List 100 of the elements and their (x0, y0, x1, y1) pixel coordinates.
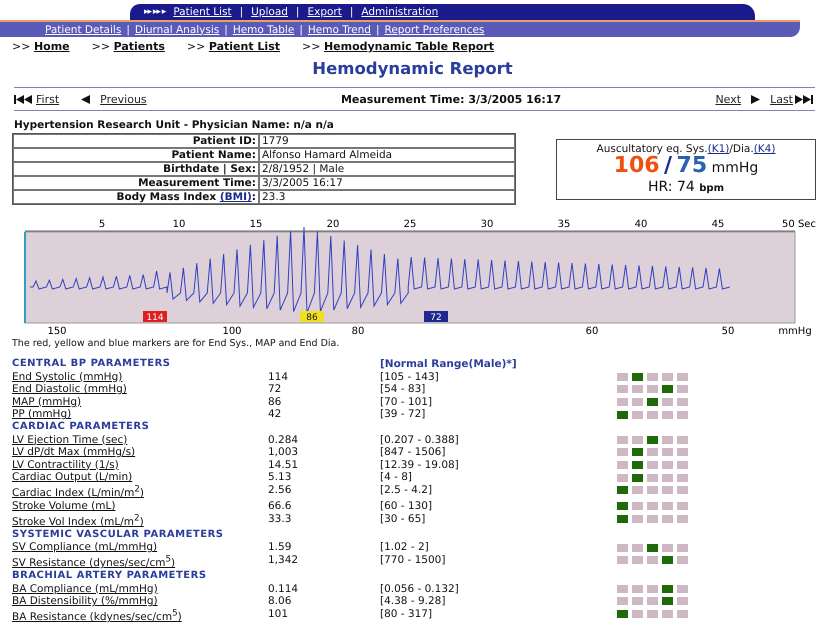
parameter-link[interactable]: LV Ejection Time (sec) (12, 434, 128, 446)
section-heading: CENTRAL BP PARAMETERS (12, 358, 172, 371)
breadcrumb-link[interactable]: Patient List (208, 40, 280, 53)
breadcrumb-prefix: >> (12, 40, 32, 53)
blood-pressure-reading: 106 / 75 mmHg (614, 155, 758, 179)
pressure-tick-label: 150 (47, 326, 67, 337)
normal-range: [1.02 - 2] (380, 541, 430, 554)
last-link[interactable]: Last (770, 92, 815, 106)
time-tick-label: 35 (558, 219, 570, 230)
parameter-link[interactable]: MAP (mmHg) (12, 396, 82, 408)
previous-link[interactable]: Previous (81, 92, 147, 106)
parameter-link[interactable]: Stroke Volume (mL) (12, 500, 116, 512)
unit-line: Hypertension Research Unit - Physician Name: n/a n/a (14, 119, 335, 131)
parameter-value: 66.6 (268, 500, 292, 513)
pressure-tick-label: mmHg (778, 326, 812, 337)
field-label: Patient ID: (13, 134, 259, 148)
time-tick-label: 50 Sec (782, 219, 816, 230)
next-icon (751, 94, 760, 104)
nav-link[interactable]: Export (307, 6, 342, 18)
parameter-link[interactable]: SV Resistance (dynes/sec/cm$^{5}$) (12, 557, 176, 570)
section-heading: BRACHIAL ARTERY PARAMETERS (12, 570, 208, 583)
separator: | (224, 24, 228, 36)
breadcrumb-prefix: >> (302, 40, 322, 53)
last-icon (795, 94, 815, 104)
time-tick-label: 25 (404, 219, 416, 230)
auscultatory-caption: Auscultatory eq. Sys.(K1)/Dia.(K4) (596, 143, 776, 155)
marker-label: 72 (430, 313, 442, 323)
heart-rate: HR: 74 bpm (646, 179, 726, 197)
page-title: Hemodynamic Report (311, 59, 514, 78)
nav-link[interactable]: Patient Details (45, 24, 122, 36)
breadcrumb-prefix: >> (186, 40, 206, 53)
time-tick-label: 5 (98, 219, 106, 230)
time-tick-label: 30 (480, 219, 494, 230)
parameter-link[interactable]: Cardiac Output (L/min) (12, 471, 132, 484)
pressure-tick-label: 60 (586, 326, 598, 337)
k4-link[interactable]: (K4) (754, 143, 776, 155)
parameter-link[interactable]: BA Distensibility (%/mmHg) (12, 595, 158, 608)
field-label: Body Mass Index (BMI): (13, 190, 259, 204)
field-value: 1779 (259, 134, 515, 148)
nav-link[interactable]: Hemo Trend (308, 24, 371, 36)
range-heading: [Normal Range(Male)*] (380, 358, 518, 371)
normal-range: [847 - 1506] (380, 446, 446, 459)
parameter-link[interactable]: Cardiac Index (L/min/m$^{2}$) (12, 487, 144, 500)
parameter-value: 2.56 (268, 484, 292, 498)
separator: | (296, 6, 300, 18)
parameter-value: 42 (268, 408, 282, 421)
normal-range: [2.5 - 4.2] (380, 484, 434, 498)
field-label: Measurement Time: (13, 176, 259, 190)
separator: | (376, 24, 380, 36)
nav-link[interactable]: Diurnal Analysis (134, 24, 220, 36)
marker-label: 86 (306, 313, 318, 323)
parameter-value: 33.3 (268, 512, 292, 527)
parameter-link[interactable]: SV Compliance (mL/mmHg) (12, 541, 158, 554)
field-value: 23.3 (259, 190, 515, 204)
parameter-link[interactable]: End Diastolic (mmHg) (12, 383, 127, 396)
parameter-value: 0.114 (268, 582, 300, 596)
marker-label: 114 (146, 313, 164, 323)
parameter-value: 101 (268, 608, 290, 622)
pressure-tick-label: 100 (222, 326, 242, 337)
parameter-link[interactable]: Stroke Vol Index (mL/m$^{2}$) (12, 516, 144, 528)
field-label: Patient Name: (13, 148, 259, 162)
bmi-link[interactable]: (BMI) (220, 191, 252, 203)
breadcrumb-link[interactable]: Home (34, 40, 70, 53)
parameter-value: 72 (268, 383, 282, 396)
normal-range: [4 - 8] (380, 471, 414, 484)
pressure-tick-label: 80 (352, 326, 364, 337)
parameter-value: 8.06 (268, 595, 292, 608)
parameter-link[interactable]: End Systolic (mmHg) (12, 370, 122, 383)
nav-link[interactable]: Patient List (173, 6, 232, 18)
nav-link[interactable]: Hemo Table (232, 24, 294, 36)
first-link[interactable]: First (14, 92, 60, 106)
next-link[interactable]: Next (715, 92, 760, 106)
marker-note: The red, yellow and blue markers are for End Sys., MAP and End Dia. (12, 338, 340, 349)
first-icon (14, 94, 34, 104)
field-label: Birthdate | Sex: (13, 162, 259, 176)
parameter-value: 14.51 (268, 458, 300, 472)
breadcrumb-prefix: >> (92, 40, 112, 53)
normal-range: [60 - 130] (380, 500, 434, 513)
parameter-value: 1.59 (268, 541, 292, 554)
time-tick-label: 20 (326, 219, 340, 230)
time-tick-label: 15 (250, 219, 262, 230)
parameter-link[interactable]: PP (mmHg) (12, 408, 72, 420)
normal-range: [4.38 - 9.28] (380, 595, 446, 608)
parameter-link[interactable]: BA Compliance (mL/mmHg) (12, 582, 158, 595)
normal-range: [39 - 72] (380, 408, 426, 421)
parameter-value: 0.284 (268, 434, 300, 446)
k1-link[interactable]: (K1) (708, 143, 730, 155)
parameter-value: 1,003 (268, 446, 300, 459)
parameter-link[interactable]: BA Resistance (kdynes/sec/cm$^{5}$) (12, 611, 182, 624)
nav-link[interactable]: Administration (361, 6, 438, 18)
breadcrumb-link[interactable]: Patients (114, 40, 165, 53)
parameter-link[interactable]: LV dP/dt Max (mmHg/s) (12, 446, 136, 458)
breadcrumb-link[interactable]: Hemodynamic Table Report (324, 40, 494, 53)
normal-range: [12.39 - 19.08] (380, 458, 460, 472)
nav-link[interactable]: Upload (251, 6, 288, 18)
parameter-value: 86 (268, 396, 282, 408)
normal-range: [70 - 101] (380, 396, 434, 408)
nav-link[interactable]: Report Preferences (384, 24, 484, 36)
previous-icon (81, 94, 90, 104)
parameter-link[interactable]: LV Contractility (1/s) (12, 458, 119, 471)
